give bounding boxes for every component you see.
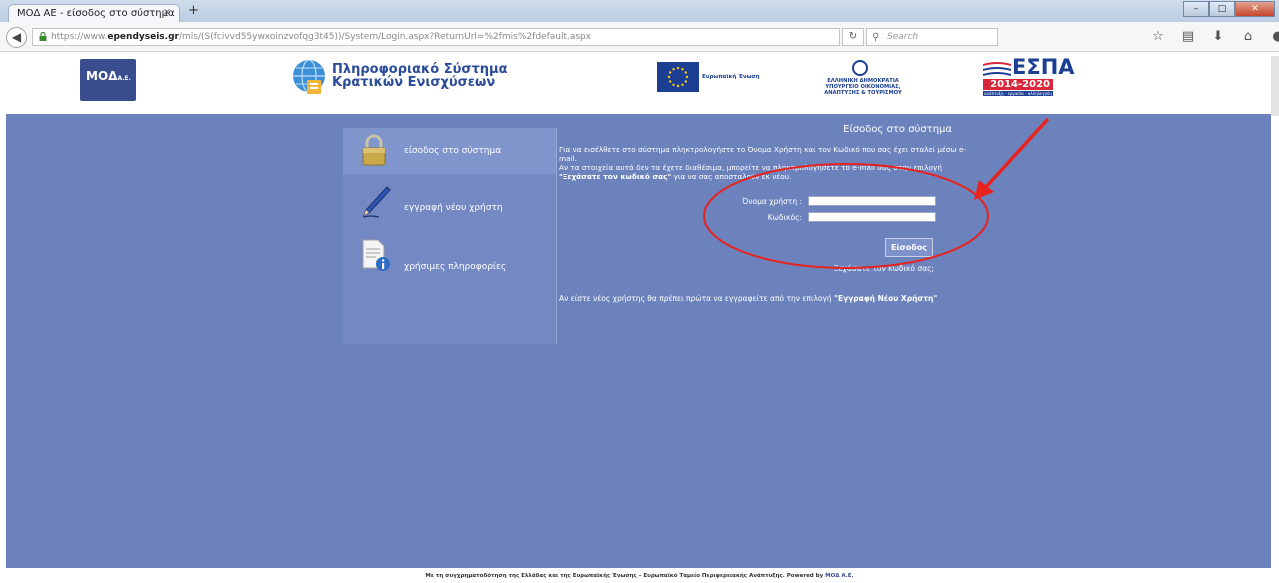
login-intro-1: Για να εισέλθετε στο σύστημα πληκτρολογή… [559,145,967,163]
url-path: /mis/(S(fcivvd55ywxoinzvofqg3t45))/Syste… [178,32,592,42]
menu-item-info[interactable]: χρήσιμες πληροφορίες [343,234,556,280]
menu-item-info-label: χρήσιμες πληροφορίες [404,262,507,272]
panel-divider [556,128,557,344]
menu-item-login-label: είσοδος στο σύστημα [404,146,502,156]
browser-tab-active[interactable]: ΜΟΔ ΑΕ - είσοδος στο σύστημα × [8,4,180,22]
pss-title-line2: Κρατικών Ενισχύσεων [332,75,496,90]
maximize-icon[interactable]: □ [1209,1,1235,17]
reload-icon: ↻ [848,31,858,42]
ministry-text: ΕΛΛΗΝΙΚΗ ΔΗΜΟΚΡΑΤΙΑ ΥΠΟΥΡΓΕΙΟ ΟΙΚΟΝΟΜΙΑΣ… [814,78,912,96]
browser-navbar: ◀ https://www.ependyseis.gr/mis/(S(fcivv… [0,22,1279,52]
espa-years: 2014-2020 [983,79,1053,90]
forgot-password-link[interactable]: Ξεχάσατε τον κωδικό σας; [778,264,934,273]
new-user-notice: Αν είστε νέος χρήστης θα πρέπει πρώτα να… [559,294,959,303]
new-user-text-b: "Εγγραφή Νέου Χρήστη" [834,294,938,303]
greek-emblem-icon [852,60,868,76]
pen-icon [362,186,391,218]
moa-logo[interactable]: ΜΟΔΑ.Ε. [80,59,136,101]
footer-brand-link[interactable]: ΜΟΔ Α.Ε. [825,573,854,579]
eu-flag-logo [657,62,699,92]
login-title: Είσοδος στο σύστημα [843,124,952,135]
espa-stripes-icon [983,62,1011,76]
moa-logo-suffix: Α.Ε. [117,75,131,82]
back-arrow-icon: ◀ [11,30,22,44]
minimize-icon[interactable]: – [1183,1,1209,17]
eu-text: Ευρωπαϊκή Ένωση [702,74,760,80]
password-input[interactable] [808,212,936,222]
info-document-icon [362,239,390,271]
ministry-line3: ΑΝΑΠΤΥΞΗΣ & ΤΟΥΡΙΣΜΟΥ [824,90,902,96]
bookmarks-list-icon[interactable]: ▤ [1180,29,1196,45]
login-intro-2: Αν τα στοιχεία αυτά δεν τα έχετε διαθέσι… [559,163,969,181]
eu-stars-icon [667,66,689,88]
search-icon: ⚲ [872,32,880,43]
window-close-icon[interactable]: ✕ [1235,1,1275,17]
home-icon[interactable]: ⌂ [1240,29,1256,45]
padlock-icon [362,134,386,166]
search-input[interactable]: ⚲ Search [866,28,998,46]
side-menu: είσοδος στο σύστημα εγγραφή νέου χρήστη … [343,128,556,344]
login-intro-2a: Αν τα στοιχεία αυτά δεν τα έχετε διαθέσι… [559,163,942,172]
window-controls: – □ ✕ [1183,1,1275,17]
espa-title: ΕΣΠΑ [1012,55,1075,79]
footer-text: Με τη συγχρηματοδότηση της Ελλάδας και τ… [425,573,826,579]
pss-title: Πληροφοριακό Σύστημα Κρατικών Ενισχύσεων [332,63,512,89]
download-icon[interactable]: ⬇ [1210,29,1226,45]
url-prefix: https://www. [51,32,108,42]
browser-titlebar: ΜΟΔ ΑΕ - είσοδος στο σύστημα × + – □ ✕ [0,0,1279,22]
login-submit-button[interactable]: Είσοδος [885,238,933,257]
login-instructions: Για να εισέλθετε στο σύστημα πληκτρολογή… [559,145,969,181]
tab-close-icon[interactable]: × [163,7,171,18]
page-scrollbar[interactable] [1271,56,1279,116]
site-header: ΜΟΔΑ.Ε. Πληροφοριακό Σύστημα Κρατικών Εν… [0,52,1279,114]
page-footer: Με τη συγχρηματοδότηση της Ελλάδας και τ… [0,570,1279,583]
moa-logo-text: ΜΟΔ [86,69,118,83]
back-button[interactable]: ◀ [6,27,27,48]
browser-toolbar-icons: ☆ ▤ ⬇ ⌂ ● ≡ [1150,29,1279,45]
menu-item-register[interactable]: εγγραφή νέου χρήστη [343,181,556,227]
address-bar[interactable]: https://www.ependyseis.gr/mis/(S(fcivvd5… [32,28,840,46]
reload-button[interactable]: ↻ [842,28,864,46]
menu-item-login[interactable]: είσοδος στο σύστημα [343,128,556,174]
lock-icon [39,32,47,41]
main-content: είσοδος στο σύστημα εγγραφή νέου χρήστη … [6,114,1271,568]
pocket-icon[interactable]: ● [1270,29,1279,45]
menu-item-register-label: εγγραφή νέου χρήστη [404,203,503,213]
url-host: ependyseis.gr [107,32,179,42]
username-input[interactable] [808,196,936,206]
login-intro-2c: για να σας αποσταλούν εκ νέου. [671,172,792,181]
username-label: Όνομα χρήστη : [742,197,802,206]
new-tab-button[interactable]: + [188,3,199,18]
search-placeholder: Search [887,32,919,42]
password-label: Κωδικός: [767,213,802,222]
new-user-text-a: Αν είστε νέος χρήστης θα πρέπει πρώτα να… [559,294,835,303]
espa-tagline: ανάπτυξη - εργασία - αλληλεγγύη [983,91,1053,96]
tab-title: ΜΟΔ ΑΕ - είσοδος στο σύστημα [17,8,175,19]
globe-icon [293,59,325,94]
bookmark-star-icon[interactable]: ☆ [1150,29,1166,45]
login-intro-2b: "Ξεχάσατε τον κωδικό σας" [559,172,672,181]
